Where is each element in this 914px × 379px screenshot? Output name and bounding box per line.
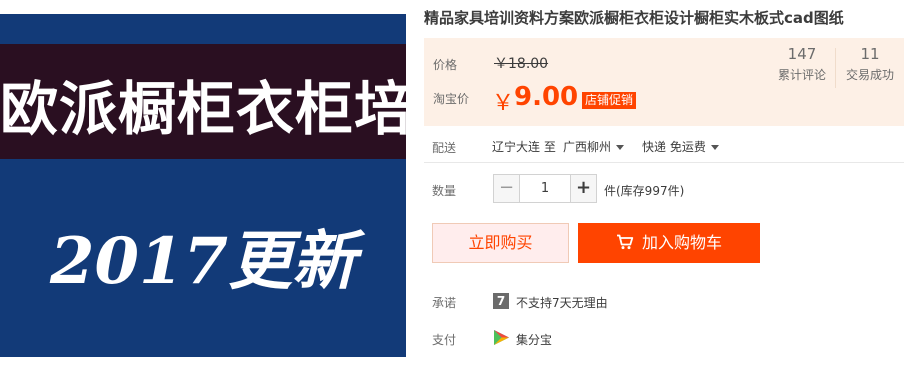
- shipping-destination-select[interactable]: 广西柳州: [563, 138, 625, 155]
- image-text-line1: 欧派橱柜衣柜培训: [0, 75, 473, 143]
- promise-label: 承诺: [432, 296, 457, 310]
- price-label: 价格: [433, 58, 458, 72]
- shipping-method: 快递 免运费: [642, 140, 706, 154]
- payment-method[interactable]: 集分宝: [516, 331, 552, 348]
- reviews-count: 147: [787, 45, 817, 63]
- quantity-label: 数量: [432, 184, 457, 198]
- currency-symbol: ￥: [492, 91, 515, 116]
- product-detail: 欧派橱柜衣柜培训 2017更新 精品家具培训资料方案欧派橱柜衣柜设计橱柜实木板式…: [0, 0, 914, 379]
- image-text-line2: 2017更新: [49, 224, 357, 299]
- trades-label: 交易成功: [845, 68, 894, 82]
- taobao-price-label: 淘宝价: [433, 92, 470, 106]
- quantity-decrease-button[interactable]: −: [493, 174, 520, 203]
- add-to-cart-button[interactable]: 加入购物车: [578, 223, 760, 263]
- trades-stat[interactable]: 11 交易成功: [838, 45, 902, 83]
- quantity-stepper: − 1 +: [493, 174, 597, 203]
- product-info: 精品家具培训资料方案欧派橱柜衣柜设计橱柜实木板式cad图纸 价格 ￥18.00 …: [424, 0, 914, 379]
- product-title: 精品家具培训资料方案欧派橱柜衣柜设计橱柜实木板式cad图纸: [424, 9, 844, 27]
- current-price: 9.00: [514, 82, 579, 112]
- shipping-destination: 广西柳州: [563, 140, 612, 154]
- shipping-method-select[interactable]: 快递 免运费: [642, 138, 719, 155]
- stock-info: 件(库存997件): [604, 184, 685, 198]
- cart-icon: [616, 234, 634, 250]
- no-7-day-return-icon: 7: [493, 293, 509, 309]
- trades-count: 11: [860, 45, 880, 63]
- chevron-down-icon: [616, 145, 625, 150]
- promo-badge[interactable]: 店铺促销: [582, 92, 637, 109]
- jifenbao-icon: [494, 330, 509, 345]
- reviews-stat[interactable]: 147 累计评论: [770, 45, 834, 83]
- buy-now-button[interactable]: 立即购买: [432, 223, 569, 263]
- shipping-label: 配送: [432, 141, 457, 155]
- add-to-cart-label: 加入购物车: [641, 233, 722, 252]
- stats-divider: [835, 48, 836, 88]
- original-price: ￥18.00: [494, 56, 549, 72]
- shipping-from: 辽宁大连 至: [492, 140, 556, 154]
- product-main-image[interactable]: 欧派橱柜衣柜培训 2017更新: [0, 14, 473, 357]
- payment-label: 支付: [432, 333, 457, 347]
- promise-text[interactable]: 不支持7天无理由: [516, 294, 608, 311]
- reviews-label: 累计评论: [777, 68, 826, 82]
- quantity-input[interactable]: 1: [520, 174, 570, 203]
- divider: [424, 162, 904, 163]
- product-gallery: 欧派橱柜衣柜培训 2017更新: [0, 0, 473, 379]
- price-panel: 价格 ￥18.00 淘宝价 ￥ 9.00 店铺促销 147 累计评论 11 交易…: [424, 38, 904, 126]
- chevron-down-icon: [710, 145, 719, 150]
- quantity-increase-button[interactable]: +: [570, 174, 597, 203]
